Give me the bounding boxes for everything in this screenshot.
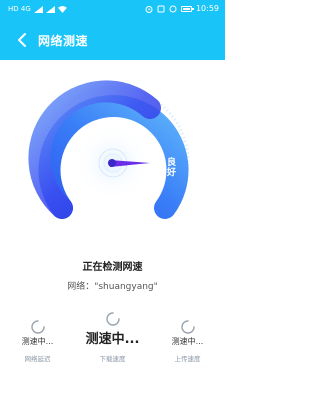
wifi-icon [57, 5, 67, 13]
loading-spinner-icon [30, 320, 45, 334]
status-left: HD 4G [8, 5, 67, 13]
page-title: 网络测速 [38, 34, 89, 48]
metric-latency: 测速中... 网络延迟 [0, 320, 75, 363]
gauge-rating: 良好 [165, 156, 177, 177]
status-bar: HD 4G 10:59 [0, 0, 225, 22]
gauge-hub [108, 159, 116, 167]
clock: 10:59 [195, 4, 219, 13]
loading-spinner-icon [105, 312, 120, 326]
back-button[interactable] [12, 30, 32, 50]
signal-icon [33, 5, 43, 13]
metrics-row: 测速中... 网络延迟 测速中... 下载速度 测速中... 上传速度 [0, 312, 225, 382]
network-info: 网络："shuangyang" [0, 279, 225, 292]
data-saver-icon [169, 5, 177, 12]
alarm-icon [145, 5, 153, 13]
test-status: 正在检测网速 [82, 262, 143, 273]
metric-upload: 测速中... 上传速度 [150, 320, 225, 363]
status-right: 10:59 [145, 4, 219, 13]
download-value: 测速中... [85, 332, 140, 347]
network-label: 网络： [67, 282, 95, 292]
chevron-left-icon [18, 33, 26, 47]
speed-gauge: 良好 [28, 80, 190, 219]
upload-value: 测速中... [171, 337, 204, 346]
app-header: 网络测速 [0, 22, 225, 60]
battery-icon [180, 5, 194, 12]
loading-spinner-icon [180, 320, 195, 334]
latency-value: 测速中... [21, 337, 54, 346]
nfc-icon [157, 5, 165, 12]
upload-label: 上传速度 [174, 355, 201, 363]
download-label: 下载速度 [99, 355, 126, 363]
metric-download: 测速中... 下载速度 [75, 312, 150, 363]
network-name: "shuangyang" [94, 282, 158, 292]
latency-label: 网络延迟 [24, 355, 51, 363]
signal-icon-2 [45, 5, 55, 13]
network-type: HD 4G [8, 5, 31, 13]
